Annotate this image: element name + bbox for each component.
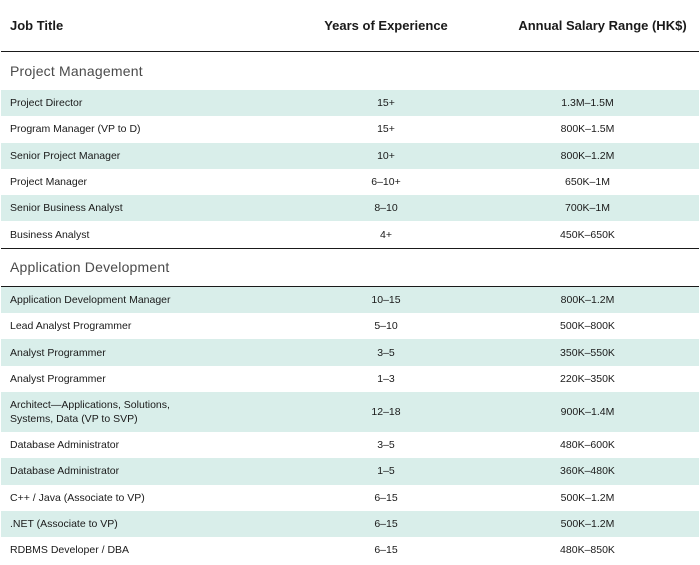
job-title-cell: Application Development Manager [10, 293, 171, 306]
table-row: Database Administrator 3–5 480K–600K [1, 432, 699, 458]
salary-cell: 480K–600K [560, 439, 615, 452]
years-cell: 3–5 [377, 439, 395, 452]
header-salary: Annual Salary Range (HK$) [518, 18, 687, 33]
job-title-line: Systems, Data (VP to SVP) [10, 412, 138, 425]
salary-cell: 360K–480K [560, 465, 615, 478]
years-cell: 15+ [377, 97, 395, 110]
years-cell: 6–15 [374, 544, 398, 557]
salary-cell: 500K–1.2M [560, 491, 615, 504]
salary-cell: 650K–1M [565, 176, 610, 189]
job-title-cell: C++ / Java (Associate to VP) [10, 491, 145, 504]
job-title-cell: Architect—Applications, Solutions, Syste… [1, 398, 266, 426]
job-title-cell: Database Administrator [10, 439, 120, 452]
table-row: Analyst Programmer 1–3 220K–350K [1, 366, 699, 392]
years-cell: 12–18 [371, 405, 401, 418]
years-cell: 10–15 [371, 293, 401, 306]
salary-cell: 800K–1.2M [560, 149, 615, 162]
years-cell: 10+ [377, 149, 395, 162]
table-row: .NET (Associate to VP) 6–15 500K–1.2M [1, 510, 699, 538]
table-row: Business Analyst 4+ 450K–650K [1, 221, 699, 249]
years-cell: 6–15 [374, 491, 398, 504]
years-cell: 6–15 [374, 518, 398, 530]
years-cell: 1–5 [377, 465, 395, 478]
header-years: Years of Experience [324, 18, 448, 33]
job-title-cell: Program Manager (VP to D) [10, 123, 141, 136]
salary-cell: 500K–1.2M [560, 518, 615, 530]
table-row: Database Administrator 1–5 360K–480K [1, 458, 699, 485]
job-title-cell: RDBMS Developer / DBA [10, 544, 130, 557]
section-heading: Application Development [1, 249, 699, 287]
table-row: Analyst Programmer 3–5 350K–550K [1, 339, 699, 366]
job-title-cell: Project Director [10, 97, 83, 110]
job-title-cell: Analyst Programmer [10, 346, 106, 359]
job-title-cell: Analyst Programmer [10, 372, 106, 385]
salary-cell: 900K–1.4M [560, 405, 615, 418]
salary-cell: 220K–350K [560, 372, 615, 385]
job-title-cell: Project Manager [10, 176, 88, 189]
years-cell: 1–3 [377, 372, 395, 385]
salary-cell: 350K–550K [560, 346, 615, 359]
salary-cell: 800K–1.2M [560, 293, 615, 306]
salary-cell: 480K–850K [560, 544, 615, 557]
job-title-cell: Senior Project Manager [10, 149, 121, 162]
table-header: Job Title Years of Experience Annual Sal… [1, 0, 699, 52]
salary-cell: 700K–1M [565, 202, 610, 215]
table-row: Lead Analyst Programmer 5–10 500K–800K [1, 313, 699, 339]
job-title-cell: Database Administrator [10, 465, 120, 478]
salary-cell: 800K–1.5M [560, 123, 615, 136]
salary-cell: 1.3M–1.5M [561, 97, 614, 110]
years-cell: 5–10 [374, 320, 398, 333]
job-title-cell: Senior Business Analyst [10, 202, 123, 215]
table-row: Program Manager (VP to D) 15+ 800K–1.5M [1, 116, 699, 142]
table-row: C++ / Java (Associate to VP) 6–15 500K–1… [1, 485, 699, 511]
job-title-line: Architect—Applications, Solutions, [10, 398, 170, 411]
salary-table: Job Title Years of Experience Annual Sal… [1, 0, 699, 563]
table-row: Application Development Manager 10–15 80… [1, 286, 699, 314]
job-title-cell: Lead Analyst Programmer [10, 320, 132, 333]
job-title-cell: Business Analyst [10, 228, 90, 241]
years-cell: 8–10 [374, 202, 398, 215]
years-cell: 15+ [377, 123, 395, 136]
job-title-cell: .NET (Associate to VP) [10, 518, 118, 530]
table-row: Project Director 15+ 1.3M–1.5M [1, 90, 699, 117]
table-row: Project Manager 6–10+ 650K–1M [1, 169, 699, 195]
table-row: Architect—Applications, Solutions, Syste… [1, 391, 699, 432]
years-cell: 4+ [380, 228, 392, 241]
table-row: RDBMS Developer / DBA 6–15 480K–850K [1, 537, 699, 563]
salary-cell: 500K–800K [560, 320, 615, 333]
years-cell: 3–5 [377, 346, 395, 359]
salary-cell: 450K–650K [560, 228, 615, 241]
table-row: Senior Project Manager 10+ 800K–1.2M [1, 142, 699, 169]
header-job-title: Job Title [10, 18, 64, 33]
years-cell: 6–10+ [371, 176, 401, 189]
table-row: Senior Business Analyst 8–10 700K–1M [1, 195, 699, 222]
section-heading: Project Management [10, 63, 143, 79]
